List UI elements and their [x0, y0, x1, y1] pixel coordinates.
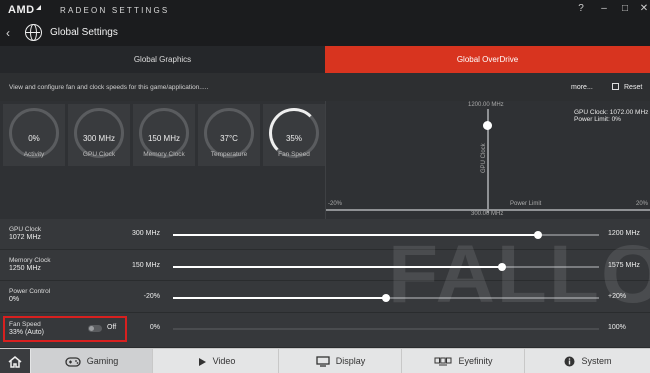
monitor-icon [316, 356, 330, 367]
graph-info-gpu-clock: GPU Clock: 1072.00 MHz [574, 109, 649, 116]
minimize-button[interactable]: – [597, 2, 611, 16]
graph-x-max: 20% [635, 201, 648, 207]
gauge-label: Memory Clock [143, 151, 185, 158]
gauge-fan-speed: 35% Fan Speed [263, 104, 325, 166]
row-gpu-clock: GPU Clock 1072 MHz 300 MHz 1200 MHz [0, 219, 650, 250]
globe-icon [25, 24, 42, 41]
gauge-gpu-clock: 300 MHz GPU Clock [68, 104, 130, 166]
reset-button[interactable]: Reset [624, 84, 642, 91]
nav-gaming[interactable]: Gaming [31, 349, 153, 373]
gauge-label: GPU Clock [82, 151, 116, 158]
slider-min: 150 MHz [131, 262, 160, 269]
fan-speed-highlight [3, 316, 127, 342]
graph-y-label: GPU Clock [481, 143, 487, 173]
row-name: GPU Clock [9, 226, 42, 233]
gauge-value: 300 MHz [82, 134, 115, 143]
title-bar: AMD RADEON SETTINGS ? – □ ✕ [0, 0, 650, 20]
graph-info-power-limit: Power Limit: 0% [574, 116, 621, 123]
back-arrow-icon[interactable]: ‹ [6, 26, 10, 40]
close-button[interactable]: ✕ [637, 2, 650, 16]
slider-track [173, 328, 599, 330]
description-text: View and configure fan and clock speeds … [9, 84, 209, 91]
row-name: Memory Clock [9, 257, 51, 264]
graph-x-label: Power Limit [510, 201, 542, 207]
nav-label: System [581, 356, 612, 366]
bottom-nav: Gaming Video Display Eyefinity System [0, 348, 650, 373]
gauge-activity: 0% Activity [3, 104, 65, 166]
help-icon[interactable]: ? [574, 2, 588, 16]
nav-eyefinity[interactable]: Eyefinity [403, 349, 525, 373]
nav-display[interactable]: Display [280, 349, 402, 373]
gauge-label: Fan Speed [278, 151, 310, 158]
row-value: 0% [9, 296, 20, 303]
nav-label: Display [335, 356, 366, 366]
tab-global-graphics[interactable]: Global Graphics [0, 46, 325, 73]
graph-handle[interactable] [483, 121, 492, 130]
slider-min: 300 MHz [131, 230, 160, 237]
slider-fill [173, 266, 502, 268]
row-value: 1072 MHz [9, 234, 41, 241]
graph-bottom-label: 300.00 MHz [471, 211, 504, 217]
eyefinity-icon [434, 357, 452, 366]
slider-track[interactable] [173, 231, 599, 239]
page-header: ‹ Global Settings [0, 20, 650, 46]
description-row: View and configure fan and clock speeds … [0, 73, 650, 101]
slider-max: +20% [608, 293, 627, 300]
nav-label: Gaming [86, 356, 119, 366]
gauge-value: 150 MHz [147, 134, 180, 143]
tab-global-overdrive[interactable]: Global OverDrive [325, 46, 650, 73]
gauge-label: Temperature [210, 151, 248, 158]
nav-system[interactable]: System [526, 349, 650, 373]
gauge-panel: 0% Activity 300 MHz GPU Clock 150 MHz Me… [0, 101, 325, 219]
gauge-value: 35% [285, 134, 302, 143]
gauge-value: 37°C [220, 134, 238, 143]
home-icon [8, 355, 22, 368]
overdrive-graph[interactable]: 1200.00 MHz GPU Clock -20% Power Limit 2… [325, 101, 650, 219]
nav-label: Video [212, 356, 236, 366]
row-name: Power Control [9, 288, 51, 295]
nav-video[interactable]: Video [154, 349, 279, 373]
slider-track[interactable] [173, 263, 599, 271]
slider-max: 100% [608, 324, 626, 331]
gamepad-icon [65, 356, 81, 367]
graph-top-label: 1200.00 MHz [468, 102, 504, 108]
slider-track[interactable] [173, 294, 599, 302]
slider-thumb[interactable] [497, 263, 506, 271]
row-value: 1250 MHz [9, 265, 41, 272]
slider-max: 1200 MHz [608, 230, 640, 237]
slider-max: 1575 MHz [608, 262, 640, 269]
gauge-memory-clock: 150 MHz Memory Clock [133, 104, 195, 166]
nav-label: Eyefinity [458, 356, 493, 366]
slider-fill [173, 297, 386, 299]
restore-button[interactable]: □ [618, 2, 632, 16]
gauge-temperature: 37°C Temperature [198, 104, 260, 166]
info-icon [564, 356, 575, 367]
page-title: Global Settings [50, 27, 118, 38]
slider-fill [173, 234, 538, 236]
slider-min: -20% [143, 293, 160, 300]
app-title: RADEON SETTINGS [60, 6, 170, 15]
home-button[interactable] [0, 349, 30, 373]
more-link[interactable]: more... [571, 84, 593, 91]
amd-logo: AMD [8, 4, 41, 16]
gauge-label: Activity [23, 151, 45, 158]
row-power-control: Power Control 0% -20% +20% [0, 281, 650, 313]
slider-thumb[interactable] [382, 294, 390, 302]
graph-x-min: -20% [328, 201, 343, 207]
play-icon [198, 357, 206, 366]
reset-icon[interactable] [612, 83, 619, 90]
slider-thumb[interactable] [533, 231, 542, 239]
row-memory-clock: Memory Clock 1250 MHz 150 MHz 1575 MHz [0, 250, 650, 281]
gauge-value: 0% [28, 134, 40, 143]
